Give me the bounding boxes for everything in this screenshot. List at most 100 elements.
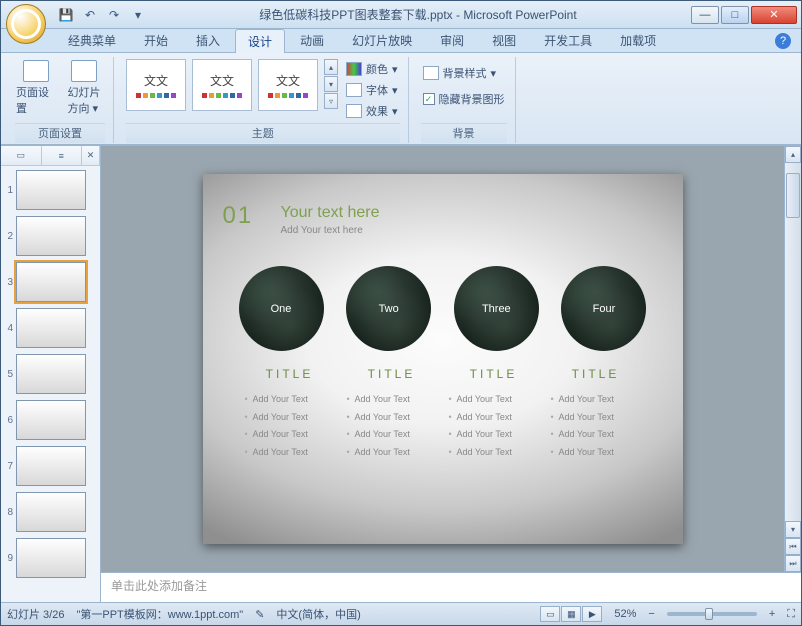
column-2[interactable]: TITLEAdd Your TextAdd Your TextAdd Your … [347, 367, 437, 461]
slide-thumbnail-4[interactable] [16, 308, 86, 348]
tab-view[interactable]: 视图 [479, 28, 529, 52]
effects-button[interactable]: 效果 ▾ [344, 101, 400, 121]
theme-thumb-1[interactable]: 文文 [126, 59, 186, 111]
close-button[interactable]: ✕ [751, 6, 797, 24]
slide-thumbnail-6[interactable] [16, 400, 86, 440]
slide-canvas[interactable]: 01 Your text here Add Your text here One… [101, 146, 784, 572]
thumb-number: 9 [3, 553, 13, 564]
column-3[interactable]: TITLEAdd Your TextAdd Your TextAdd Your … [449, 367, 539, 461]
tab-addins[interactable]: 加载项 [607, 28, 669, 52]
prev-slide-icon[interactable]: ⏮ [785, 538, 801, 555]
slide[interactable]: 01 Your text here Add Your text here One… [203, 174, 683, 544]
page-setup-icon [23, 60, 49, 82]
undo-icon[interactable]: ↶ [81, 6, 99, 24]
help-icon[interactable]: ? [775, 33, 791, 49]
thumbs-tab-slides[interactable]: ▭ [1, 146, 42, 165]
zoom-level[interactable]: 52% [614, 608, 636, 620]
col-item: Add Your Text [449, 409, 539, 427]
tab-review[interactable]: 审阅 [427, 28, 477, 52]
slide-thumbnail-1[interactable] [16, 170, 86, 210]
fit-window-icon[interactable]: ⛶ [787, 608, 795, 621]
group-page-setup: 页面设置 幻灯片方向 ▾ 页面设置 [7, 57, 114, 143]
theme-thumb-text: 文文 [210, 72, 234, 89]
slide-thumbnail-7[interactable] [16, 446, 86, 486]
tab-design[interactable]: 设计 [235, 29, 285, 53]
slide-subtitle[interactable]: Add Your text here [281, 225, 655, 236]
slide-title[interactable]: Your text here [281, 204, 655, 222]
column-4[interactable]: TITLEAdd Your TextAdd Your TextAdd Your … [551, 367, 641, 461]
view-sorter-icon[interactable]: ▦ [561, 606, 581, 622]
column-1[interactable]: TITLEAdd Your TextAdd Your TextAdd Your … [245, 367, 335, 461]
group-label-themes: 主题 [126, 123, 400, 143]
tab-developer[interactable]: 开发工具 [531, 28, 605, 52]
scroll-down-icon[interactable]: ▾ [785, 521, 801, 538]
slide-thumbnail-2[interactable] [16, 216, 86, 256]
col-item: Add Your Text [551, 391, 641, 409]
zoom-slider[interactable] [667, 612, 757, 616]
theme-scroll-down[interactable]: ▾ [324, 76, 338, 92]
zoom-in-icon[interactable]: + [769, 608, 775, 620]
slide-orientation-button[interactable]: 幻灯片方向 ▾ [63, 59, 105, 117]
col-item: Add Your Text [245, 391, 335, 409]
group-background: 背景样式 ▾ ✓隐藏背景图形 背景 [413, 57, 516, 143]
circle-4[interactable]: Four [561, 266, 646, 351]
quick-access-toolbar: 💾 ↶ ↷ ▾ [57, 6, 147, 24]
scroll-thumb[interactable] [786, 173, 800, 218]
fonts-button[interactable]: 字体 ▾ [344, 80, 400, 100]
tab-animation[interactable]: 动画 [287, 28, 337, 52]
hide-bg-checkbox[interactable]: ✓隐藏背景图形 [421, 89, 507, 109]
orientation-icon [71, 60, 97, 82]
thumbs-tab-outline[interactable]: ≡ [42, 146, 83, 165]
background-style-button[interactable]: 背景样式 ▾ [421, 63, 499, 83]
scroll-up-icon[interactable]: ▴ [785, 146, 801, 163]
colors-icon [346, 62, 362, 76]
tab-classic[interactable]: 经典菜单 [55, 28, 129, 52]
ribbon: 页面设置 幻灯片方向 ▾ 页面设置 文文 文文 [1, 53, 801, 145]
thumb-number: 6 [3, 415, 13, 426]
thumbs-close[interactable]: ✕ [82, 146, 100, 165]
theme-thumb-2[interactable]: 文文 [192, 59, 252, 111]
tab-insert[interactable]: 插入 [183, 28, 233, 52]
slide-thumbnail-9[interactable] [16, 538, 86, 578]
theme-thumb-3[interactable]: 文文 [258, 59, 318, 111]
page-setup-button[interactable]: 页面设置 [15, 59, 57, 117]
tab-slideshow[interactable]: 幻灯片放映 [339, 28, 425, 52]
theme-thumb-text: 文文 [144, 72, 168, 89]
qat-more-icon[interactable]: ▾ [129, 6, 147, 24]
save-icon[interactable]: 💾 [57, 6, 75, 24]
spellcheck-icon[interactable]: ✎ [255, 608, 264, 621]
ribbon-tabs: 经典菜单 开始 插入 设计 动画 幻灯片放映 审阅 视图 开发工具 加载项 ? [1, 29, 801, 53]
notes-pane[interactable]: 单击此处添加备注 [101, 572, 801, 602]
view-normal-icon[interactable]: ▭ [540, 606, 560, 622]
slide-thumbnail-8[interactable] [16, 492, 86, 532]
vertical-scrollbar[interactable]: ▴ ▾ ⏮ ⏭ [784, 146, 801, 572]
col-item: Add Your Text [347, 444, 437, 462]
zoom-out-icon[interactable]: − [648, 608, 654, 620]
maximize-button[interactable]: □ [721, 6, 749, 24]
status-language[interactable]: 中文(简体，中国) [276, 606, 360, 622]
orientation-label: 幻灯片方向 ▾ [68, 84, 101, 116]
next-slide-icon[interactable]: ⏭ [785, 555, 801, 572]
minimize-button[interactable]: — [691, 6, 719, 24]
group-themes: 文文 文文 文文 ▴ ▾ ▿ 颜色 ▾ 字体 ▾ [118, 57, 409, 143]
thumb-number: 2 [3, 231, 13, 242]
col-item: Add Your Text [449, 444, 539, 462]
circle-1[interactable]: One [239, 266, 324, 351]
circle-2[interactable]: Two [346, 266, 431, 351]
col-title: TITLE [245, 367, 335, 381]
circle-3[interactable]: Three [454, 266, 539, 351]
thumbs-list[interactable]: 123456789 [1, 166, 100, 602]
view-slideshow-icon[interactable]: ▶ [582, 606, 602, 622]
redo-icon[interactable]: ↷ [105, 6, 123, 24]
page-setup-label: 页面设置 [16, 84, 56, 116]
tab-home[interactable]: 开始 [131, 28, 181, 52]
office-button[interactable] [6, 4, 46, 44]
slide-thumbnail-3[interactable] [16, 262, 86, 302]
titlebar: 💾 ↶ ↷ ▾ 绿色低碳科技PPT图表整套下载.pptx - Microsoft… [1, 1, 801, 29]
thumb-number: 1 [3, 185, 13, 196]
colors-button[interactable]: 颜色 ▾ [344, 59, 400, 79]
theme-scroll-up[interactable]: ▴ [324, 59, 338, 75]
slide-thumbnail-5[interactable] [16, 354, 86, 394]
zoom-handle[interactable] [705, 608, 713, 620]
theme-gallery-expand[interactable]: ▿ [324, 93, 338, 109]
